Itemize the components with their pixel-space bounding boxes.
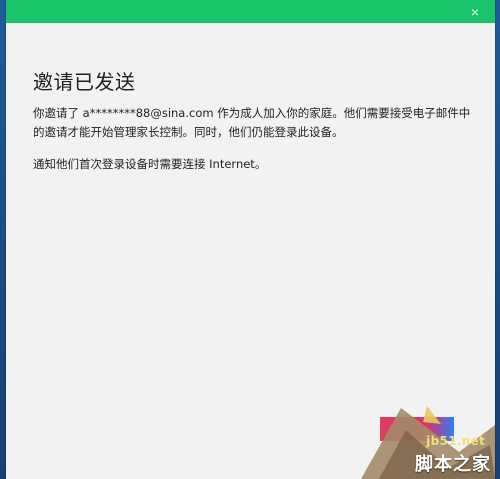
desktop-background: × 邀请已发送 你邀请了 a********88@sina.com 作为成人加入…	[0, 0, 500, 479]
internet-notice: 通知他们首次登录设备时需要连接 Internet。	[33, 157, 267, 171]
invitation-message: 你邀请了 a********88@sina.com 作为成人加入你的家庭。他们需…	[33, 106, 471, 139]
family-invite-dialog: × 邀请已发送 你邀请了 a********88@sina.com 作为成人加入…	[6, 0, 495, 479]
dialog-title: 邀请已发送	[33, 70, 136, 94]
title-bar: ×	[6, 0, 495, 23]
close-button[interactable]: ×	[466, 3, 484, 21]
watermark-name: 脚本之家	[415, 454, 491, 475]
primary-action-button[interactable]	[380, 417, 454, 441]
